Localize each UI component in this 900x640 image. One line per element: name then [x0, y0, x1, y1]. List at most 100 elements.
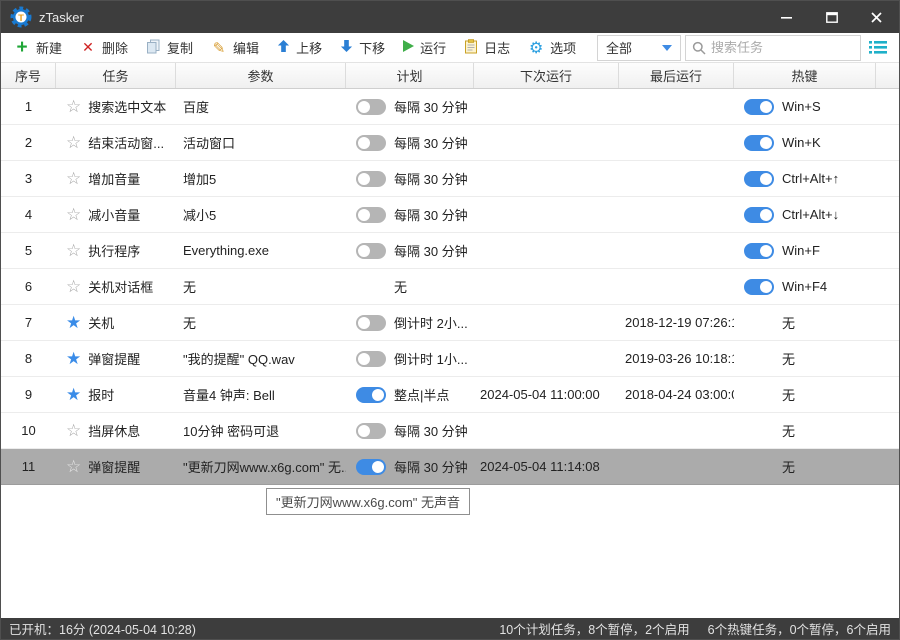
cell-next-run	[474, 197, 619, 232]
minimize-button[interactable]	[764, 1, 809, 33]
cell-next-run	[474, 233, 619, 268]
hotkey-toggle[interactable]	[744, 170, 774, 187]
favorite-star-icon[interactable]: ★	[66, 314, 81, 331]
schedule-text: 每隔 30 分钟	[394, 172, 468, 187]
toolbar-button-log[interactable]: 日志	[455, 35, 519, 61]
cell-row-number: 1	[1, 89, 56, 124]
column-header[interactable]: 参数	[176, 63, 346, 88]
schedule-toggle[interactable]	[356, 422, 386, 439]
schedule-toggle[interactable]	[356, 458, 386, 475]
cell-parameters: "更新刀网www.x6g.com" 无...	[176, 449, 346, 484]
cell-empty	[876, 413, 899, 448]
hotkey-text: Win+S	[782, 99, 821, 114]
favorite-star-icon[interactable]: ☆	[66, 458, 81, 475]
table-row[interactable]: 10 ☆ 挡屏休息 10分钟 密码可退 每隔 30 分钟 无	[1, 413, 899, 449]
column-header[interactable]: 下次运行	[474, 63, 619, 88]
task-table: 1 ☆ 搜索选中文本 百度 每隔 30 分钟 Win+S 2 ☆ 结束活动窗... 活动窗口 每隔 …	[1, 89, 899, 485]
hotkey-text: 无	[782, 316, 796, 331]
cell-row-number: 11	[1, 449, 56, 484]
schedule-toggle[interactable]	[356, 386, 386, 403]
hotkey-toggle[interactable]	[744, 206, 774, 223]
cell-hotkey: Ctrl+Alt+↓	[734, 197, 876, 232]
column-header[interactable]: 任务	[56, 63, 176, 88]
favorite-star-icon[interactable]: ☆	[66, 98, 81, 115]
row-number: 6	[24, 279, 33, 294]
hotkey-text: Win+F4	[782, 279, 828, 294]
toolbar-button-copy[interactable]: 复制	[137, 35, 202, 61]
favorite-star-icon[interactable]: ☆	[66, 134, 81, 151]
task-parameters: 活动窗口	[183, 136, 236, 151]
cell-task: ★ 弹窗提醒	[56, 341, 176, 376]
cell-next-run	[474, 89, 619, 124]
cell-schedule: 整点|半点	[346, 377, 474, 412]
hotkey-toggle[interactable]	[744, 134, 774, 151]
list-view-icon[interactable]	[865, 35, 891, 61]
schedule-toggle[interactable]	[356, 170, 386, 187]
cell-empty	[876, 89, 899, 124]
table-row[interactable]: 9 ★ 报时 音量4 钟声: Bell 整点|半点 2024-05-04 11:00:00…	[1, 377, 899, 413]
column-header[interactable]: 热键	[734, 63, 876, 88]
cell-parameters: 增加5	[176, 161, 346, 196]
hotkey-toggle[interactable]	[744, 278, 774, 295]
schedule-toggle[interactable]	[356, 242, 386, 259]
cell-next-run	[474, 269, 619, 304]
hotkey-text: 无	[782, 388, 796, 403]
cell-row-number: 6	[1, 269, 56, 304]
search-input[interactable]	[711, 40, 854, 55]
run-icon	[403, 40, 415, 55]
toolbar-button-delete[interactable]: ✕ 删除	[71, 35, 137, 61]
schedule-text: 每隔 30 分钟	[394, 244, 468, 259]
favorite-star-icon[interactable]: ☆	[66, 422, 81, 439]
favorite-star-icon[interactable]: ★	[66, 386, 81, 403]
schedule-toggle[interactable]	[356, 314, 386, 331]
toolbar-button-up[interactable]: 上移	[268, 35, 331, 61]
column-header[interactable]: 最后运行	[619, 63, 734, 88]
cell-last-run	[619, 125, 734, 160]
app-window: T zTasker + 新建 ✕ 删除 复制 ✎ 编辑 上移 下移 运行 日志 ⚙ 选项 全部	[0, 0, 900, 640]
schedule-toggle[interactable]	[356, 134, 386, 151]
log-icon	[464, 38, 478, 57]
filter-dropdown[interactable]: 全部	[597, 34, 681, 61]
cell-row-number: 5	[1, 233, 56, 268]
schedule-text: 倒计时 2小...	[394, 316, 468, 331]
table-row[interactable]: 5 ☆ 执行程序 Everything.exe 每隔 30 分钟 Win+F	[1, 233, 899, 269]
column-header[interactable]	[876, 63, 899, 88]
table-row[interactable]: 4 ☆ 减小音量 减小5 每隔 30 分钟 Ctrl+Alt+↓	[1, 197, 899, 233]
schedule-toggle[interactable]	[356, 98, 386, 115]
table-row[interactable]: 11 ☆ 弹窗提醒 "更新刀网www.x6g.com" 无... 每隔 30 分钟 202…	[1, 449, 899, 485]
cell-schedule: 无	[346, 269, 474, 304]
toolbar-button-options[interactable]: ⚙ 选项	[519, 35, 585, 61]
table-row[interactable]: 7 ★ 关机 无 倒计时 2小... 2018-12-19 07:26:18 无	[1, 305, 899, 341]
favorite-star-icon[interactable]: ★	[66, 350, 81, 367]
table-row[interactable]: 6 ☆ 关机对话框 无 无 Win+F4	[1, 269, 899, 305]
hotkey-toggle[interactable]	[744, 242, 774, 259]
hotkey-text: 无	[782, 352, 796, 367]
toolbar-button-edit[interactable]: ✎ 编辑	[202, 35, 268, 61]
column-header[interactable]: 序号	[1, 63, 56, 88]
toolbar-button-label: 选项	[550, 41, 577, 56]
schedule-toggle[interactable]	[356, 350, 386, 367]
hotkey-toggle[interactable]	[744, 98, 774, 115]
favorite-star-icon[interactable]: ☆	[66, 206, 81, 223]
task-parameters: Everything.exe	[183, 243, 269, 258]
schedule-toggle[interactable]	[356, 206, 386, 223]
uptime-status: 已开机：16分 (2024-05-04 10:28)	[9, 623, 196, 637]
cell-hotkey: Win+F	[734, 233, 876, 268]
column-header[interactable]: 计划	[346, 63, 474, 88]
table-row[interactable]: 2 ☆ 结束活动窗... 活动窗口 每隔 30 分钟 Win+K	[1, 125, 899, 161]
favorite-star-icon[interactable]: ☆	[66, 242, 81, 259]
toolbar-button-plus[interactable]: + 新建	[5, 35, 71, 61]
table-row[interactable]: 8 ★ 弹窗提醒 "我的提醒" QQ.wav 倒计时 1小... 2019-03-26 1…	[1, 341, 899, 377]
favorite-star-icon[interactable]: ☆	[66, 278, 81, 295]
favorite-star-icon[interactable]: ☆	[66, 170, 81, 187]
down-icon	[340, 39, 353, 56]
cell-empty	[876, 125, 899, 160]
toolbar-button-run[interactable]: 运行	[394, 35, 455, 61]
table-row[interactable]: 1 ☆ 搜索选中文本 百度 每隔 30 分钟 Win+S	[1, 89, 899, 125]
row-number: 10	[21, 423, 36, 438]
cell-task: ☆ 减小音量	[56, 197, 176, 232]
table-row[interactable]: 3 ☆ 增加音量 增加5 每隔 30 分钟 Ctrl+Alt+↑	[1, 161, 899, 197]
close-button[interactable]	[854, 1, 899, 33]
maximize-button[interactable]	[809, 1, 854, 33]
toolbar-button-down[interactable]: 下移	[331, 35, 394, 61]
